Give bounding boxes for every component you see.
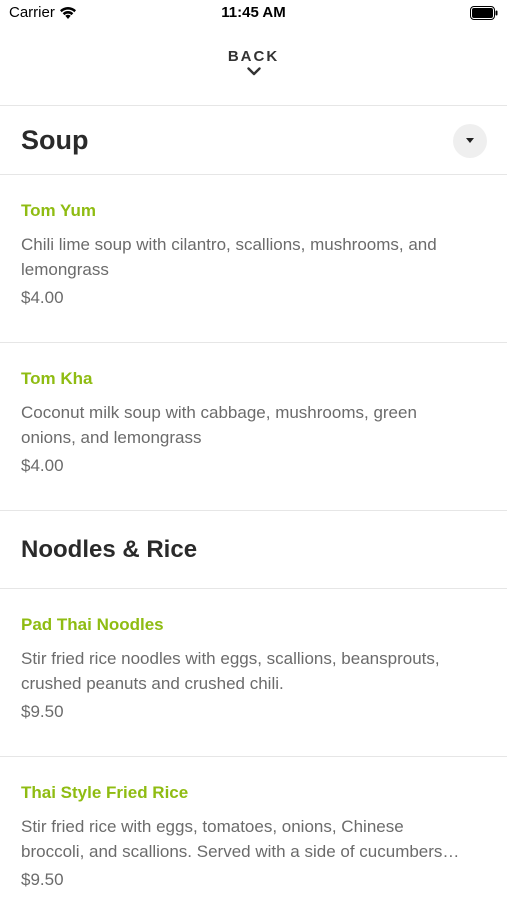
back-button[interactable]: BACK bbox=[228, 30, 279, 76]
menu-item[interactable]: Pad Thai Noodles Stir fried rice noodles… bbox=[0, 589, 507, 757]
item-description-line: broccoli, and scallions. Served with a s… bbox=[21, 842, 460, 861]
item-description-line: crushed peanuts and crushed chili. bbox=[21, 674, 284, 693]
item-price: $4.00 bbox=[21, 456, 64, 475]
item-description-line: lemongrass bbox=[21, 260, 109, 279]
item-description: Stir fried rice noodles with eggs, scall… bbox=[21, 646, 483, 696]
item-description: Stir fried rice with eggs, tomatoes, oni… bbox=[21, 814, 483, 864]
section-title: Soup bbox=[21, 125, 89, 155]
section-header-soup: Soup bbox=[0, 107, 507, 175]
section-title: Noodles & Rice bbox=[21, 535, 198, 563]
menu-item[interactable]: Tom Kha Coconut milk soup with cabbage, … bbox=[0, 343, 507, 511]
status-time: 11:45 AM bbox=[221, 4, 286, 21]
item-description: Coconut milk soup with cabbage, mushroom… bbox=[21, 400, 483, 450]
caret-down-icon bbox=[466, 138, 474, 143]
item-description-line: Stir fried rice noodles with eggs, scall… bbox=[21, 649, 440, 668]
nav-bar: BACK bbox=[0, 30, 507, 106]
item-price: $4.00 bbox=[21, 288, 64, 307]
item-description-line: Chili lime soup with cilantro, scallions… bbox=[21, 235, 437, 254]
item-name: Pad Thai Noodles bbox=[21, 615, 164, 634]
item-description-line: Stir fried rice with eggs, tomatoes, oni… bbox=[21, 817, 404, 836]
item-price: $9.50 bbox=[21, 702, 64, 721]
item-name: Tom Kha bbox=[21, 369, 93, 388]
menu-item[interactable]: Thai Style Fried Rice Stir fried rice wi… bbox=[0, 757, 507, 900]
section-header-noodles-rice: Noodles & Rice bbox=[0, 511, 507, 589]
item-name: Tom Yum bbox=[21, 201, 96, 220]
menu-item[interactable]: Tom Yum Chili lime soup with cilantro, s… bbox=[0, 175, 507, 343]
battery-icon bbox=[470, 6, 498, 20]
item-name: Thai Style Fried Rice bbox=[21, 783, 189, 802]
status-bar: Carrier 11:45 AM bbox=[0, 0, 507, 30]
item-price: $9.50 bbox=[21, 870, 64, 889]
menu-list: Soup Tom Yum Chili lime soup with cilant… bbox=[0, 107, 507, 900]
item-description-line: Coconut milk soup with cabbage, mushroom… bbox=[21, 403, 417, 422]
back-label: BACK bbox=[227, 48, 280, 65]
chevron-down-icon bbox=[246, 67, 261, 76]
item-description-line: onions, and lemongrass bbox=[21, 428, 202, 447]
section-toggle-button[interactable] bbox=[453, 124, 487, 158]
item-description: Chili lime soup with cilantro, scallions… bbox=[21, 232, 483, 282]
